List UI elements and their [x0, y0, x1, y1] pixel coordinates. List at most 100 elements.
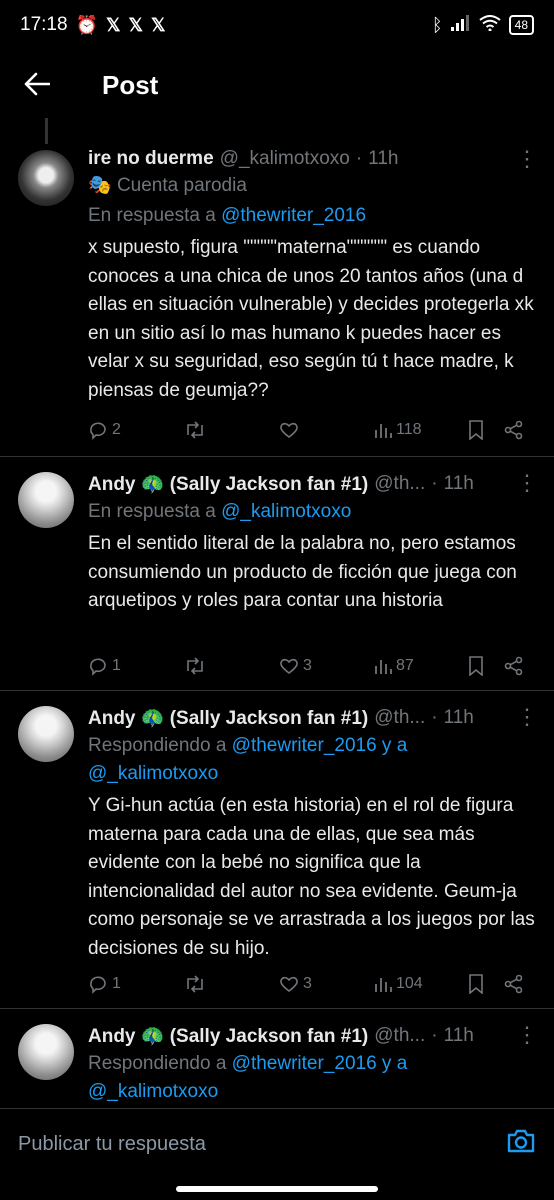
more-options-icon[interactable]: ⋮: [516, 704, 538, 730]
bookmark-button[interactable]: [468, 974, 504, 994]
divider: [0, 690, 554, 691]
reply-prefix: En respuesta a: [88, 501, 216, 522]
reply-context: En respuesta a @thewriter_2016: [88, 202, 536, 230]
reply-prefix: En respuesta a: [88, 205, 216, 226]
avatar[interactable]: [18, 150, 74, 206]
status-right: ᛒ 48: [432, 14, 534, 36]
separator-dot: ·: [431, 1025, 438, 1046]
retweet-button[interactable]: [184, 975, 279, 993]
views-icon: [375, 978, 392, 992]
display-name[interactable]: ire no duerme: [88, 148, 214, 170]
bookmark-button[interactable]: [468, 420, 504, 440]
reply-icon: [90, 422, 106, 440]
more-options-icon[interactable]: ⋮: [516, 1022, 538, 1048]
tweet-actions: 2 118: [88, 420, 536, 440]
share-icon: [504, 974, 523, 994]
page-title: Post: [102, 69, 159, 100]
thread-connector: [45, 118, 48, 144]
signal-icon: [450, 14, 471, 36]
share-button[interactable]: [504, 420, 524, 440]
reply-button[interactable]: 1: [88, 974, 184, 994]
retweet-button[interactable]: [184, 421, 279, 439]
divider: [0, 456, 554, 457]
like-count: 3: [303, 975, 312, 992]
bookmark-icon: [469, 974, 483, 994]
display-name[interactable]: Andy 🦚 (Sally Jackson fan #1): [88, 472, 368, 496]
heart-icon: [280, 658, 298, 675]
retweet-icon: [187, 657, 203, 675]
tweet-actions: 1 3 87: [88, 656, 536, 676]
timestamp[interactable]: 11h: [444, 1025, 474, 1047]
reply-context: Respondiendo a @thewriter_2016 y a @_kal…: [88, 1050, 536, 1106]
reply-composer[interactable]: Publicar tu respuesta: [0, 1108, 554, 1180]
share-button[interactable]: [504, 656, 524, 676]
home-indicator: [176, 1186, 378, 1192]
parody-label: 🎭 Cuenta parodia: [88, 172, 536, 200]
like-button[interactable]: [279, 421, 374, 439]
views-icon: [375, 424, 392, 438]
views-button[interactable]: 118: [374, 421, 468, 439]
reply-to-link[interactable]: @_kalimotxoxo: [221, 501, 351, 522]
more-options-icon[interactable]: ⋮: [516, 470, 538, 496]
heart-icon: [280, 976, 298, 993]
like-button[interactable]: 3: [279, 975, 374, 993]
share-icon: [504, 656, 523, 676]
reply-count: 1: [112, 657, 121, 674]
avatar[interactable]: [18, 472, 74, 528]
bookmark-button[interactable]: [468, 656, 504, 676]
views-button[interactable]: 104: [374, 975, 468, 993]
mask-icon: 🎭: [88, 175, 112, 196]
reply-icon: [90, 658, 106, 676]
like-button[interactable]: 3: [279, 657, 374, 675]
battery-indicator: 48: [508, 15, 534, 35]
back-arrow-icon[interactable]: [24, 67, 64, 104]
x-icon: 𝕏: [128, 14, 143, 35]
username[interactable]: @th...: [374, 1025, 425, 1047]
avatar[interactable]: [18, 1024, 74, 1080]
display-name[interactable]: Andy 🦚 (Sally Jackson fan #1): [88, 1024, 368, 1048]
clock: 17:18: [20, 14, 68, 35]
reply-input[interactable]: Publicar tu respuesta: [18, 1133, 206, 1156]
top-header: Post: [0, 50, 554, 120]
retweet-icon: [187, 421, 203, 439]
reply-to-link[interactable]: @thewriter_2016: [221, 205, 366, 226]
username[interactable]: @th...: [374, 473, 425, 495]
bookmark-icon: [469, 420, 483, 440]
alarm-icon: ⏰: [75, 14, 98, 35]
tweet-header: Andy 🦚 (Sally Jackson fan #1) @th... · 1…: [88, 706, 536, 730]
views-count: 118: [396, 421, 422, 438]
tweet-header: Andy 🦚 (Sally Jackson fan #1) @th... · 1…: [88, 1024, 536, 1048]
share-button[interactable]: [504, 974, 524, 994]
reply-button[interactable]: 1: [88, 656, 184, 676]
divider: [0, 1008, 554, 1009]
display-name[interactable]: Andy 🦚 (Sally Jackson fan #1): [88, 706, 368, 730]
views-button[interactable]: 87: [374, 657, 468, 675]
reply-context: En respuesta a @_kalimotxoxo: [88, 498, 536, 526]
views-icon: [375, 660, 392, 674]
username[interactable]: @_kalimotxoxo: [220, 148, 350, 170]
timestamp[interactable]: 11h: [444, 473, 474, 495]
wifi-icon: [479, 14, 501, 36]
tweet-header: ire no duerme @_kalimotxoxo · 11h: [88, 148, 536, 170]
tweet-text: x supuesto, figura """""materna"""""" es…: [88, 237, 534, 401]
reply-count: 2: [112, 421, 121, 438]
timestamp[interactable]: 11h: [368, 148, 398, 170]
tweet-text: En el sentido literal de la palabra no, …: [88, 533, 517, 611]
timestamp[interactable]: 11h: [444, 707, 474, 729]
x-icon: 𝕏: [105, 14, 121, 35]
x-icon: 𝕏: [151, 14, 166, 35]
tweet-text: Y Gi-hun actúa (en esta historia) en el …: [88, 795, 535, 959]
reply-prefix: Respondiendo a: [88, 1053, 227, 1074]
reply-button[interactable]: 2: [88, 420, 184, 440]
username[interactable]: @th...: [374, 707, 425, 729]
separator-dot: ·: [431, 707, 438, 728]
avatar[interactable]: [18, 706, 74, 762]
camera-icon[interactable]: [506, 1128, 536, 1161]
retweet-icon: [187, 975, 203, 993]
views-count: 87: [396, 657, 414, 674]
status-left: 17:18 ⏰ 𝕏 𝕏 𝕏: [20, 14, 166, 36]
tweet-header: Andy 🦚 (Sally Jackson fan #1) @th... · 1…: [88, 472, 536, 496]
retweet-button[interactable]: [184, 657, 279, 675]
status-bar: 17:18 ⏰ 𝕏 𝕏 𝕏 ᛒ 48: [0, 0, 554, 50]
more-options-icon[interactable]: ⋮: [516, 146, 538, 172]
